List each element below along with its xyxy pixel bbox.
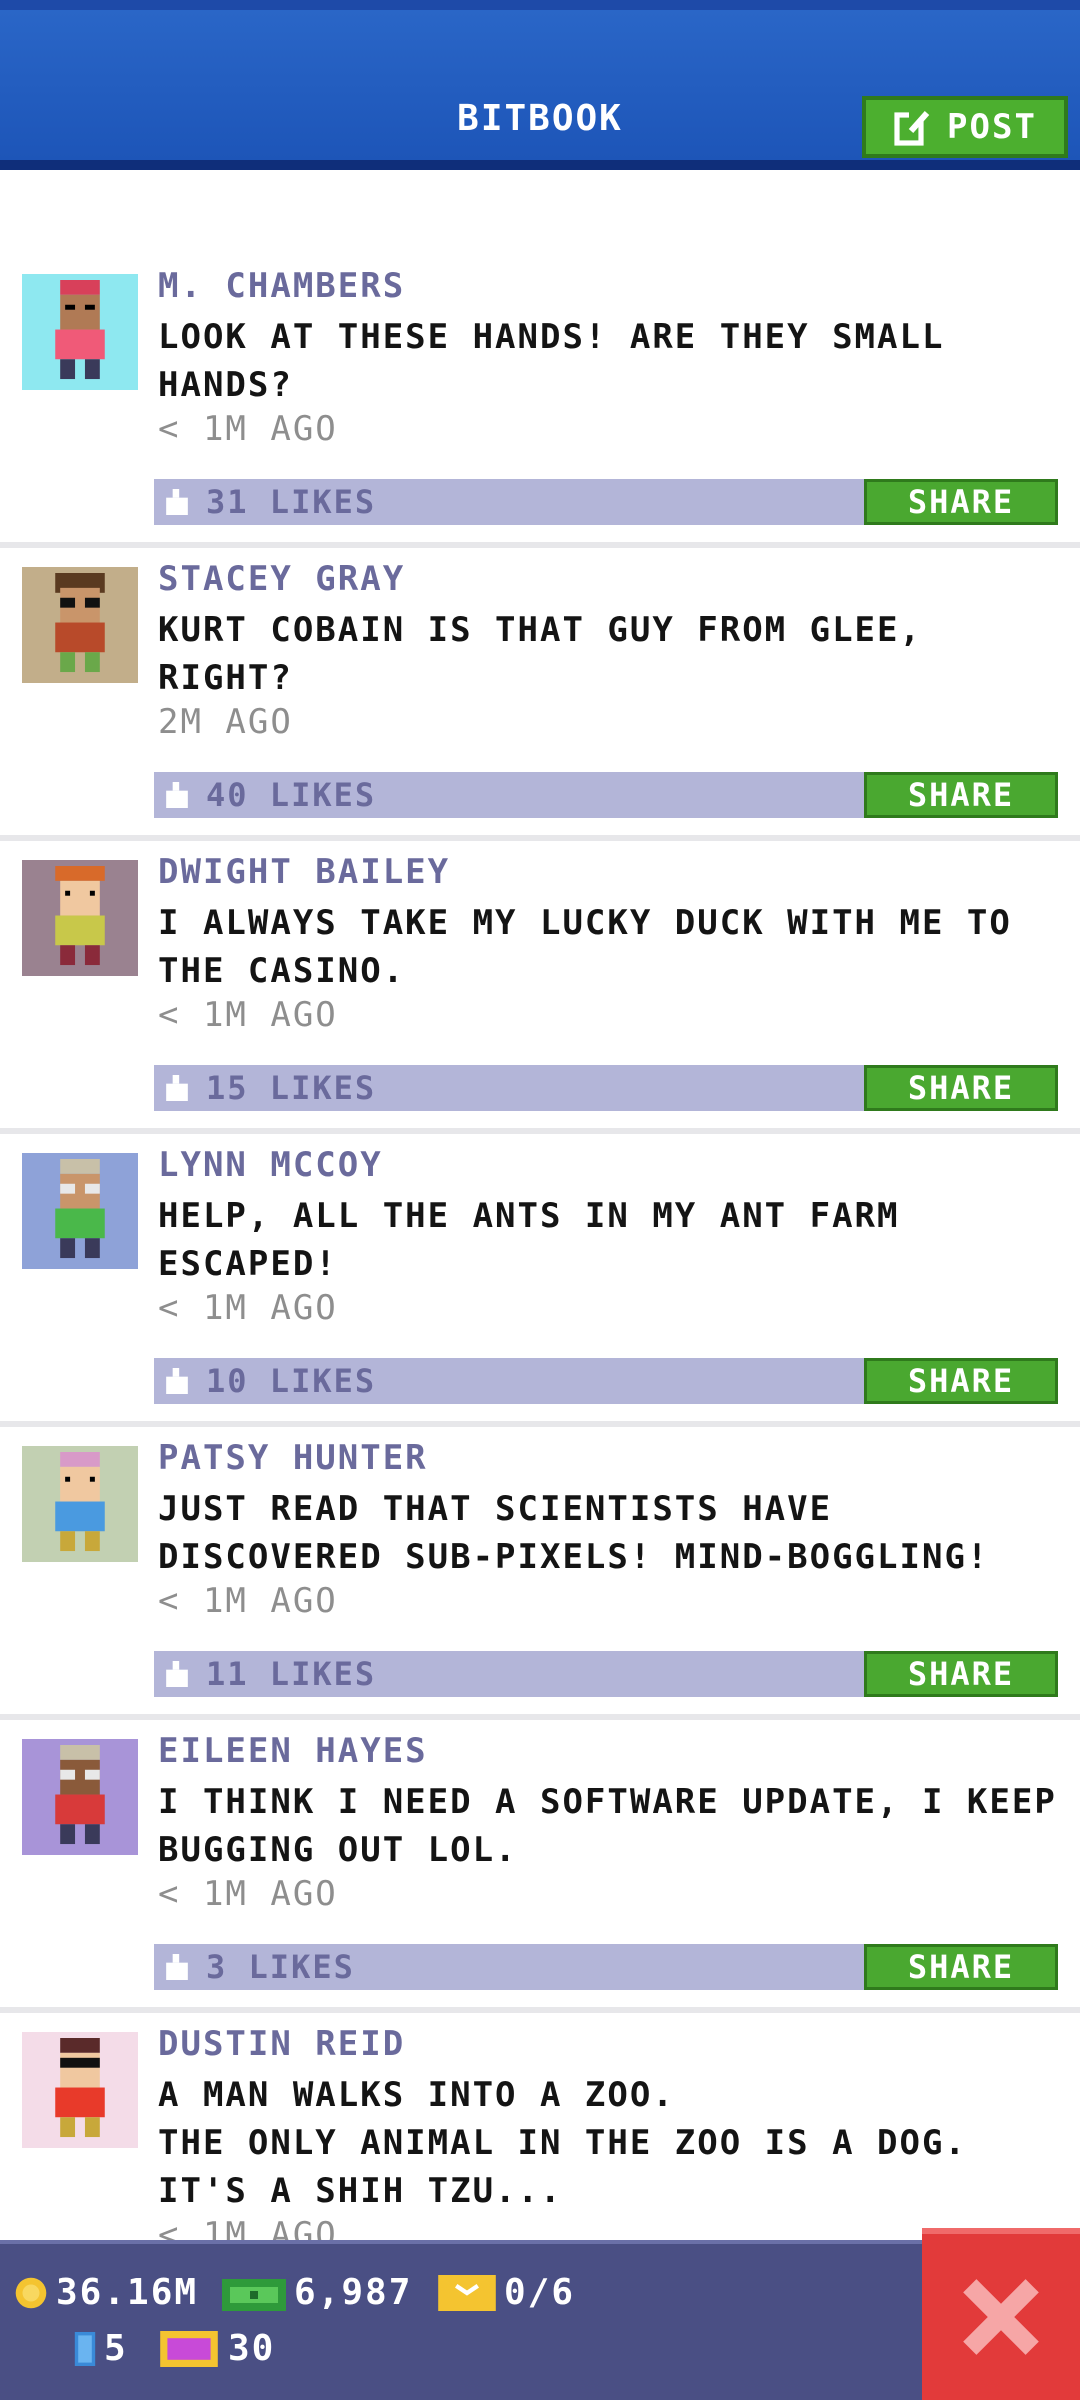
coin-icon	[15, 2277, 47, 2308]
elevator-icon	[74, 2331, 96, 2366]
avatar[interactable]	[22, 860, 138, 976]
bux-value: 6,987	[294, 2272, 413, 2313]
post-message: A MAN WALKS INTO A ZOO. THE ONLY ANIMAL …	[158, 2075, 967, 2211]
post-author[interactable]: M. CHAMBERS	[158, 266, 405, 306]
avatar-character-icon	[55, 573, 105, 673]
post-time: < 1M AGO	[158, 409, 338, 449]
avatar[interactable]	[22, 1153, 138, 1269]
post-message: LOOK AT THESE HANDS! ARE THEY SMALL HAND…	[158, 317, 945, 405]
post-author[interactable]: EILEEN HAYES	[158, 1731, 428, 1771]
avatar-character-icon	[55, 1745, 105, 1845]
bux-cash-icon	[222, 2278, 286, 2311]
avatar-character-icon	[55, 2038, 105, 2138]
close-button[interactable]	[922, 2228, 1080, 2400]
feed-post: PATSY HUNTER JUST READ THAT SCIENTISTS H…	[0, 1342, 1080, 1697]
post-time: < 1M AGO	[158, 1581, 338, 1621]
elevator-stat: 5	[74, 2328, 128, 2369]
post-time: 2M AGO	[158, 702, 293, 742]
avatar-character-icon	[55, 866, 105, 966]
coins-value: 36.16M	[56, 2272, 199, 2313]
post-message: HELP, ALL THE ANTS IN MY ANT FARM ESCAPE…	[158, 1196, 900, 1284]
post-time: < 1M AGO	[158, 1288, 338, 1328]
vip-value: 30	[228, 2328, 276, 2369]
post-message: KURT COBAIN IS THAT GUY FROM GLEE, RIGHT…	[158, 610, 922, 698]
elevator-value: 5	[104, 2328, 128, 2369]
post-message: JUST READ THAT SCIENTISTS HAVE DISCOVERE…	[158, 1489, 990, 1577]
avatar[interactable]	[22, 567, 138, 683]
vip-stat: 30	[158, 2328, 275, 2369]
post-button[interactable]: POST	[862, 96, 1068, 158]
coins-stat: 36.16M	[14, 2272, 198, 2313]
feed-list[interactable]: M. CHAMBERS LOOK AT THESE HANDS! ARE THE…	[0, 170, 1080, 2240]
tickets-stat: 0/6	[438, 2272, 575, 2313]
vip-ticket-icon	[160, 2330, 218, 2367]
tickets-value: 0/6	[504, 2272, 576, 2313]
resource-bar: 36.16M 6,987 0/6 5 30	[0, 2240, 1080, 2400]
edit-icon	[894, 111, 930, 146]
post-author[interactable]: LYNN MCCOY	[158, 1145, 383, 1185]
avatar-character-icon	[55, 1452, 105, 1552]
post-time: < 1M AGO	[158, 2215, 338, 2240]
avatar-character-icon	[55, 1159, 105, 1259]
avatar[interactable]	[22, 2032, 138, 2148]
post-message: I ALWAYS TAKE MY LUCKY DUCK WITH ME TO T…	[158, 903, 1012, 991]
feed-post: STACEY GRAY KURT COBAIN IS THAT GUY FROM…	[0, 463, 1080, 818]
avatar[interactable]	[22, 1446, 138, 1562]
avatar[interactable]	[22, 274, 138, 390]
avatar[interactable]	[22, 1739, 138, 1855]
bux-stat: 6,987	[222, 2272, 412, 2313]
post-author[interactable]: DWIGHT BAILEY	[158, 852, 450, 892]
post-button-label: POST	[947, 107, 1037, 147]
post-author[interactable]: DUSTIN REID	[158, 2024, 405, 2064]
post-time: < 1M AGO	[158, 1874, 338, 1914]
close-icon	[963, 2279, 1039, 2355]
post-author[interactable]: STACEY GRAY	[158, 559, 405, 599]
post-author[interactable]: PATSY HUNTER	[158, 1438, 428, 1478]
feed-post: EILEEN HAYES I THINK I NEED A SOFTWARE U…	[0, 1635, 1080, 1990]
post-message: I THINK I NEED A SOFTWARE UPDATE, I KEEP…	[158, 1782, 1057, 1870]
app-header: BITBOOK POST	[0, 0, 1080, 170]
ticket-icon	[438, 2274, 496, 2311]
avatar-character-icon	[55, 280, 105, 380]
post-time: < 1M AGO	[158, 995, 338, 1035]
feed-post: LYNN MCCOY HELP, ALL THE ANTS IN MY ANT …	[0, 1049, 1080, 1404]
feed-post: DUSTIN REID A MAN WALKS INTO A ZOO. THE …	[0, 1928, 1080, 2240]
feed-post: DWIGHT BAILEY I ALWAYS TAKE MY LUCKY DUC…	[0, 756, 1080, 1111]
feed-post: M. CHAMBERS LOOK AT THESE HANDS! ARE THE…	[0, 170, 1080, 525]
